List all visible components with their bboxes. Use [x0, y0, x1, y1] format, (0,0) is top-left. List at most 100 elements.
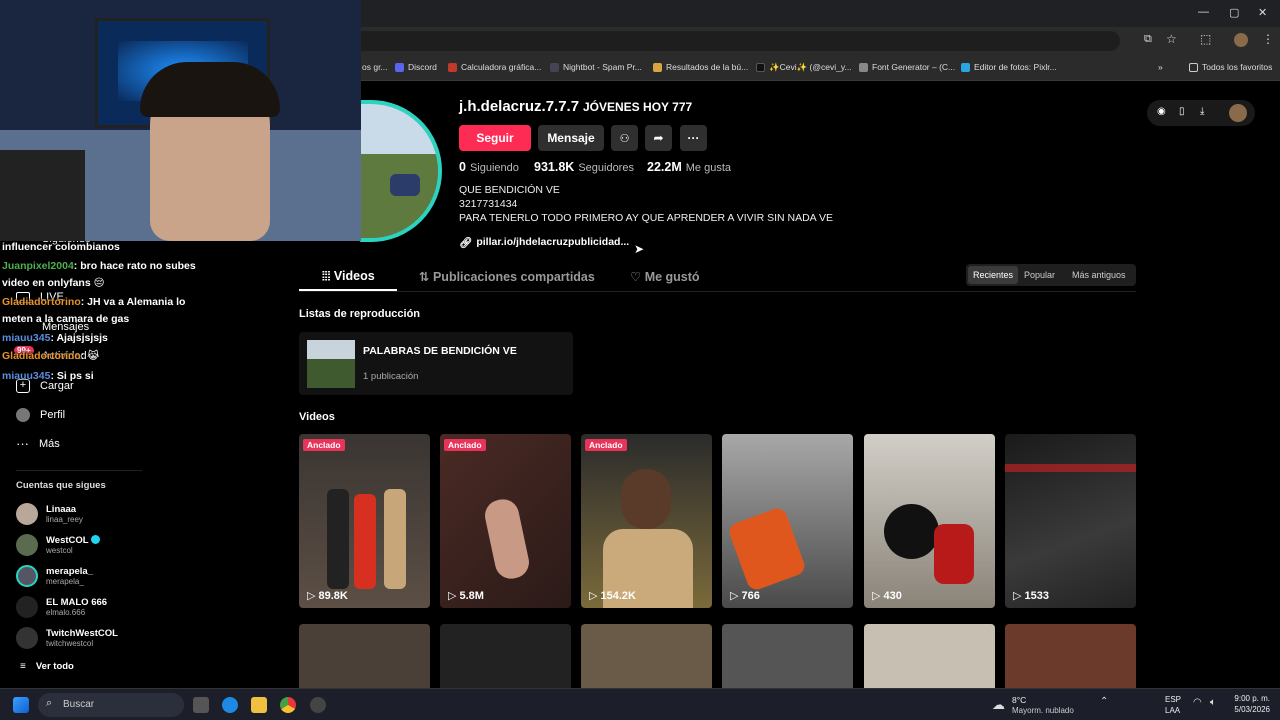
user-avatar[interactable] — [1229, 104, 1247, 122]
install-icon[interactable]: ⧉ — [1144, 33, 1152, 46]
videos-heading: Videos — [299, 411, 335, 423]
sidebar-item-label: Perfil — [40, 409, 66, 421]
grid-icon: ⦙⦙⦙ — [322, 269, 331, 283]
bookmark-item[interactable]: ✨Cevi✨ (@cevi_y... — [756, 62, 852, 73]
followed-account[interactable]: Linaaa linaa_reey — [16, 503, 83, 525]
coin-icon[interactable]: ◉ — [1157, 106, 1166, 117]
following-stat[interactable]: 0 Siguiendo — [459, 160, 519, 174]
video-card[interactable] — [722, 624, 853, 688]
wifi-icon[interactable]: ◠ — [1193, 697, 1202, 708]
video-card[interactable] — [581, 624, 712, 688]
see-all-link[interactable]: ≡ Ver todo — [20, 661, 74, 672]
add-friend-button[interactable]: ⚇ — [611, 125, 638, 151]
link-text: pillar.io/jhdelacruzpublicidad... — [476, 236, 630, 248]
playlist-card[interactable]: PALABRAS DE BENDICIÓN VE 1 publicación — [299, 332, 573, 395]
likes-count: 22.2M — [647, 160, 682, 174]
chrome-icon[interactable] — [280, 697, 296, 713]
video-card[interactable] — [864, 624, 995, 688]
download-icon[interactable]: ⤓ — [1200, 106, 1204, 117]
maximize-icon[interactable]: ▢ — [1229, 6, 1239, 19]
bookmark-item[interactable]: Nightbot - Spam Pr... — [550, 62, 642, 72]
account-handle: twitchwestcol — [46, 639, 94, 648]
tab-divider — [299, 291, 1136, 292]
followed-account[interactable]: TwitchWestCOL twitchwestcol — [16, 627, 118, 649]
pc-case — [0, 150, 85, 241]
chevron-up-icon[interactable]: ⌃ — [1100, 696, 1108, 707]
video-card[interactable]: ▷ 1533 — [1005, 434, 1136, 608]
streamer-hair — [140, 62, 280, 117]
edge-icon[interactable] — [222, 697, 238, 713]
task-view-icon[interactable] — [193, 697, 209, 713]
sort-recent[interactable]: Recientes — [968, 266, 1019, 284]
sidebar-item-more[interactable]: ··· Más — [16, 437, 60, 450]
menu-icon[interactable]: ⋮ — [1262, 32, 1274, 46]
clock-time[interactable]: 9:00 p. m. — [1232, 694, 1270, 703]
list-icon: ≡ — [20, 661, 26, 672]
followed-account[interactable]: merapela_ merapela_ — [16, 565, 93, 587]
close-window-icon[interactable]: ✕ — [1258, 6, 1267, 19]
chat-text: influencer colombianos — [2, 241, 120, 253]
chat-message: Gladiadortorino: 😹 — [2, 350, 99, 362]
avatar — [16, 596, 38, 618]
pinned-badge: Anclado — [303, 439, 345, 451]
minimize-icon[interactable]: — — [1198, 6, 1209, 18]
font-icon — [859, 62, 868, 72]
video-card[interactable] — [440, 624, 571, 688]
bookmark-item[interactable]: Calculadora gráfica... — [448, 62, 541, 72]
sidebar-item-profile[interactable]: Perfil — [16, 408, 65, 422]
follow-button[interactable]: Seguir — [459, 125, 531, 151]
playlist-count: 1 publicación — [363, 371, 419, 382]
file-explorer-icon[interactable] — [251, 697, 267, 713]
chat-username: miauu345 — [2, 332, 51, 344]
video-card[interactable]: ▷ 430 — [864, 434, 995, 608]
video-card[interactable]: Anclado ▷ 89.8K — [299, 434, 430, 608]
sort-toggle: Recientes Popular Más antiguos — [966, 264, 1136, 286]
chat-username: miauu345 — [2, 370, 51, 382]
likes-stat: 22.2M Me gusta — [647, 160, 731, 174]
clock-date[interactable]: 5/03/2026 — [1227, 705, 1270, 714]
tab-videos[interactable]: ⦙⦙⦙ Videos — [322, 269, 375, 284]
followed-account[interactable]: WestCOL westcol — [16, 534, 101, 556]
volume-icon[interactable]: 🔈︎ — [1210, 697, 1216, 708]
video-card[interactable]: Anclado ▷ 154.2K — [581, 434, 712, 608]
mouse-cursor: ➤ — [634, 242, 645, 256]
chat-message: video en onlyfans 😔 — [2, 277, 105, 289]
language-code[interactable]: ESP — [1165, 695, 1181, 704]
video-card[interactable]: ▷ 766 — [722, 434, 853, 608]
sort-popular[interactable]: Popular — [1019, 264, 1060, 286]
video-card[interactable] — [1005, 624, 1136, 688]
bookmark-item[interactable]: Editor de fotos: Pixlr... — [961, 62, 1057, 72]
profile-link[interactable]: 🔗︎ pillar.io/jhdelacruzpublicidad... — [459, 236, 629, 249]
taskbar-search[interactable]: ⌕ Buscar — [38, 693, 184, 717]
bookmark-item[interactable]: os gr... — [362, 62, 388, 72]
windows-start-icon[interactable] — [13, 697, 29, 713]
all-bookmarks[interactable]: Todos los favoritos — [1189, 62, 1272, 72]
profile-avatar[interactable] — [1234, 33, 1248, 47]
extensions-icon[interactable]: ⬚ — [1200, 32, 1211, 46]
message-button[interactable]: Mensaje — [538, 125, 604, 151]
chat-username: Gladiadortorino — [2, 350, 81, 362]
account-handle: elmalo.666 — [46, 608, 86, 617]
followed-account[interactable]: EL MALO 666 elmalo.666 — [16, 596, 107, 618]
webcam-overlay — [0, 0, 361, 241]
tab-reposts[interactable]: ⇅ Publicaciones compartidas — [419, 269, 595, 284]
sort-oldest[interactable]: Más antiguos — [1067, 264, 1131, 286]
followed-accounts-heading: Cuentas que sigues — [16, 480, 106, 491]
keyboard-layout[interactable]: LAA — [1165, 706, 1180, 715]
star-icon[interactable]: ☆ — [1166, 32, 1177, 46]
video-card[interactable]: Anclado ▷ 5.8M — [440, 434, 571, 608]
bookmark-item[interactable]: Discord — [395, 62, 437, 72]
device-icon[interactable]: ▯ — [1179, 106, 1185, 117]
obs-icon[interactable] — [310, 697, 326, 713]
folder-icon — [1189, 62, 1198, 72]
chat-message: influencer colombianos — [2, 241, 120, 253]
video-card[interactable] — [299, 624, 430, 688]
followers-stat[interactable]: 931.8K Seguidores — [534, 160, 634, 174]
bookmark-item[interactable]: Font Generator – (C... — [859, 62, 955, 72]
bookmark-item[interactable]: Resultados de la bú... — [653, 62, 748, 72]
more-bookmarks-icon[interactable]: » — [1158, 62, 1163, 72]
share-button[interactable]: ➦ — [645, 125, 672, 151]
tab-liked[interactable]: ♡ Me gustó — [630, 269, 700, 284]
view-count: 766 — [741, 589, 760, 602]
more-options-button[interactable]: ··· — [680, 125, 707, 151]
